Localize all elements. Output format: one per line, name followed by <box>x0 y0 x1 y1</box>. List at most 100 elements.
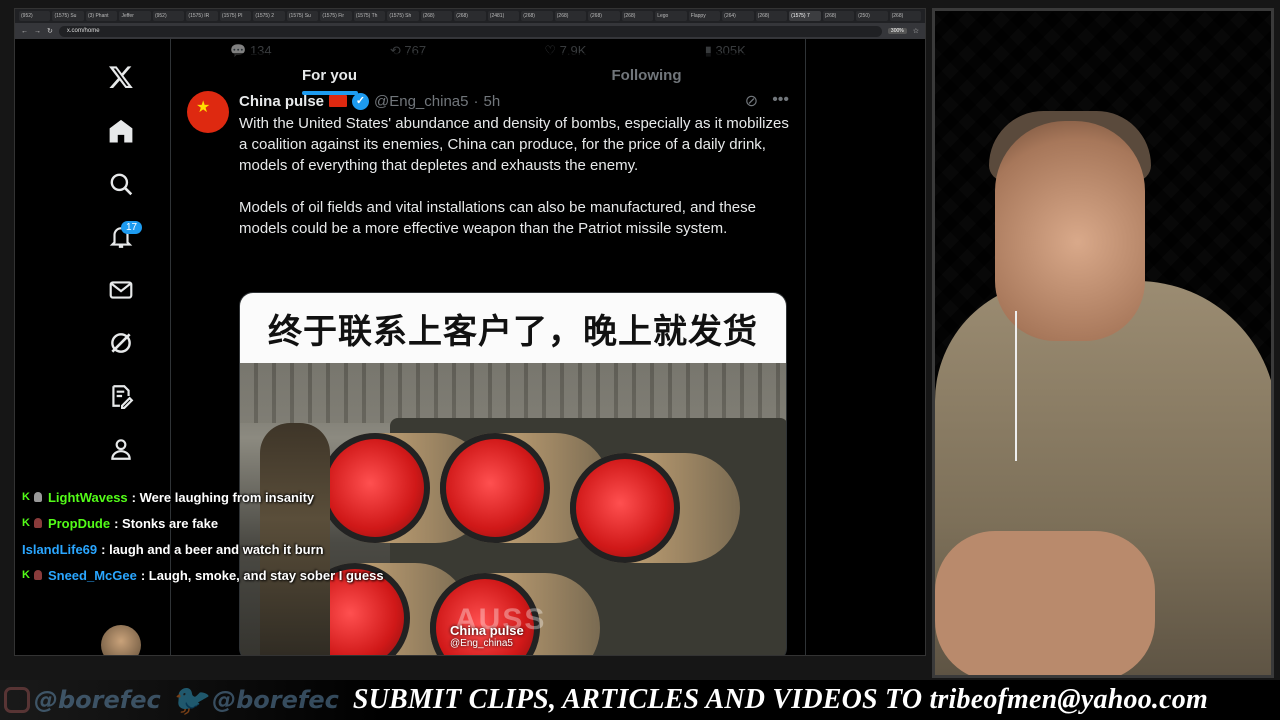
x-logo-icon[interactable] <box>101 57 141 97</box>
browser-tab[interactable]: (952) <box>19 11 51 21</box>
submit-clips-text: SUBMIT CLIPS, ARTICLES AND VIDEOS TO tri… <box>352 684 1208 715</box>
browser-tab[interactable]: Flappy <box>688 11 721 21</box>
notifications-bell-icon[interactable]: 17 <box>101 217 143 257</box>
twitter-bird-icon: 🐦 <box>170 682 209 718</box>
tweet-video[interactable]: 终于联系上客户了，晚上就发货 AUSS China pulse @Eng_chi… <box>239 292 787 655</box>
twitter-handle: 🐦 @borefec <box>165 683 339 718</box>
tweet-body: China pulse ✓ @Eng_china5 · 5h ⊘ ••• Wit… <box>239 91 791 260</box>
kick-badge-icon: K <box>22 517 30 529</box>
browser-tab[interactable]: (268) <box>755 11 788 21</box>
browser-tab[interactable]: (268) <box>621 11 654 21</box>
stream-chat-overlay: K LightWavess: Were laughing from insanit… <box>22 484 452 588</box>
browser-tab[interactable]: (952) <box>152 11 185 21</box>
grok-icon[interactable]: ⊘ <box>745 91 758 111</box>
twitter-handle-text: @borefec <box>212 686 339 714</box>
chat-username: IslandLife69 <box>22 541 98 557</box>
star-icon: ★ <box>196 99 211 116</box>
url-field[interactable]: x.com/home <box>58 25 882 37</box>
tweet-paragraph: Models of oil fields and vital installat… <box>239 199 756 237</box>
browser-tab[interactable]: (2481) <box>487 11 520 21</box>
reload-icon[interactable]: ↻ <box>47 27 53 35</box>
tweet-paragraph: With the United States' abundance and de… <box>239 115 789 174</box>
tweet-time[interactable]: 5h <box>483 93 500 110</box>
chat-username: PropDude <box>47 515 111 531</box>
browser-tab[interactable]: (268) <box>588 11 620 21</box>
browser-tab[interactable]: (1575) PI <box>219 11 252 21</box>
social-handles: @borefec 🐦 @borefec <box>0 680 339 720</box>
dot-separator: · <box>473 92 479 110</box>
browser-tab[interactable]: (268) <box>889 11 922 21</box>
user-badge-icon <box>33 518 42 528</box>
forward-icon[interactable]: → <box>34 28 41 35</box>
browser-tab[interactable]: (1575) Fir <box>320 11 352 21</box>
browser-tab[interactable]: (268) <box>454 11 486 21</box>
search-icon[interactable] <box>101 164 141 204</box>
browser-tab[interactable]: (1575) Sh <box>387 11 419 21</box>
chat-text: : Stonks are fake <box>114 515 219 531</box>
back-icon[interactable]: ← <box>21 28 28 35</box>
instagram-handle: @borefec <box>4 686 161 714</box>
tweet-text: With the United States' abundance and de… <box>239 113 791 239</box>
more-options-icon[interactable]: ••• <box>772 91 789 111</box>
browser-tab[interactable]: (1575) Su <box>52 11 84 21</box>
browser-tab[interactable]: (268) <box>521 11 553 21</box>
watermark-name: China pulse <box>450 623 524 638</box>
verified-badge-icon: ✓ <box>352 92 370 110</box>
user-badge-icon <box>33 492 42 502</box>
tweet-tools: ⊘ ••• <box>745 91 789 111</box>
chat-text: : Were laughing from insanity <box>131 489 315 505</box>
chat-message: K Sneed_McGee: Laugh, smoke, and stay sob… <box>22 562 452 588</box>
profile-icon[interactable] <box>101 429 141 469</box>
zoom-badge[interactable]: 300% <box>887 28 907 34</box>
instagram-handle-text: @borefec <box>34 686 161 714</box>
browser-tab-strip: (952) (1575) Su (3) Phant Jeffer (952) (1575)… <box>15 9 925 23</box>
browser-tab[interactable]: (264) <box>722 11 754 21</box>
notification-count-badge: 17 <box>121 221 143 234</box>
webcam-feed <box>932 8 1274 678</box>
address-bar: ← → ↻ x.com/home 300% ☆ <box>15 23 925 39</box>
author-avatar[interactable]: ★ <box>187 91 229 133</box>
kick-badge-icon: K <box>22 491 30 503</box>
author-handle[interactable]: @Eng_china5 <box>374 93 468 110</box>
browser-tab[interactable]: Jeffer <box>119 11 151 21</box>
watermark-handle: @Eng_china5 <box>450 638 513 649</box>
account-avatar[interactable] <box>101 625 141 655</box>
author-name[interactable]: China pulse <box>239 93 324 110</box>
kick-badge-icon: K <box>22 569 30 581</box>
browser-tab[interactable]: (250) <box>856 11 888 21</box>
bottom-banner: @borefec 🐦 @borefec SUBMIT CLIPS, ARTICL… <box>0 680 1280 720</box>
mail-icon[interactable] <box>101 270 141 310</box>
stream-layout: (952) (1575) Su (3) Phant Jeffer (952) (1575)… <box>0 0 1280 720</box>
browser-tab[interactable]: Lego <box>655 11 687 21</box>
browser-tab[interactable]: (1575) 2 <box>253 11 285 21</box>
streamer-arm <box>935 531 1155 675</box>
chat-username: Sneed_McGee <box>47 567 137 583</box>
chat-message: K LightWavess: Were laughing from insanit… <box>22 484 452 510</box>
factory-roof <box>240 363 786 423</box>
chat-message: K PropDude: Stonks are fake <box>22 510 452 536</box>
streamer-face <box>995 121 1145 341</box>
home-icon[interactable] <box>101 111 141 151</box>
browser-tab[interactable]: (268) <box>822 11 855 21</box>
chat-text: : laugh and a beer and watch it burn <box>101 541 324 557</box>
inflatable-missile <box>570 453 740 563</box>
chat-message: IslandLife69: laugh and a beer and watch… <box>22 536 452 562</box>
grok-icon[interactable] <box>101 323 141 363</box>
browser-tab[interactable]: (268) <box>554 11 587 21</box>
china-flag-icon <box>329 95 348 107</box>
browser-tab[interactable]: (1575) IR <box>186 11 218 21</box>
video-watermark: China pulse @Eng_china5 <box>450 623 524 649</box>
browser-tab[interactable]: (268) <box>420 11 453 21</box>
chat-username: LightWavess <box>47 489 128 505</box>
video-caption: 终于联系上客户了，晚上就发货 <box>268 311 758 352</box>
browser-tab[interactable]: (1575) Su <box>286 11 319 21</box>
instagram-icon <box>4 687 30 713</box>
premium-edit-icon[interactable] <box>101 376 141 416</box>
browser-tab[interactable]: (1575) Th <box>353 11 386 21</box>
bookmark-star-icon[interactable]: ☆ <box>913 27 919 35</box>
tweet-header: China pulse ✓ @Eng_china5 · 5h <box>239 91 791 111</box>
earphone-cable <box>1015 311 1017 461</box>
browser-tab[interactable]: (3) Phant <box>85 11 118 21</box>
video-caption-band: 终于联系上客户了，晚上就发货 <box>240 293 786 363</box>
browser-tab[interactable]: (1575) 7 <box>789 11 821 21</box>
